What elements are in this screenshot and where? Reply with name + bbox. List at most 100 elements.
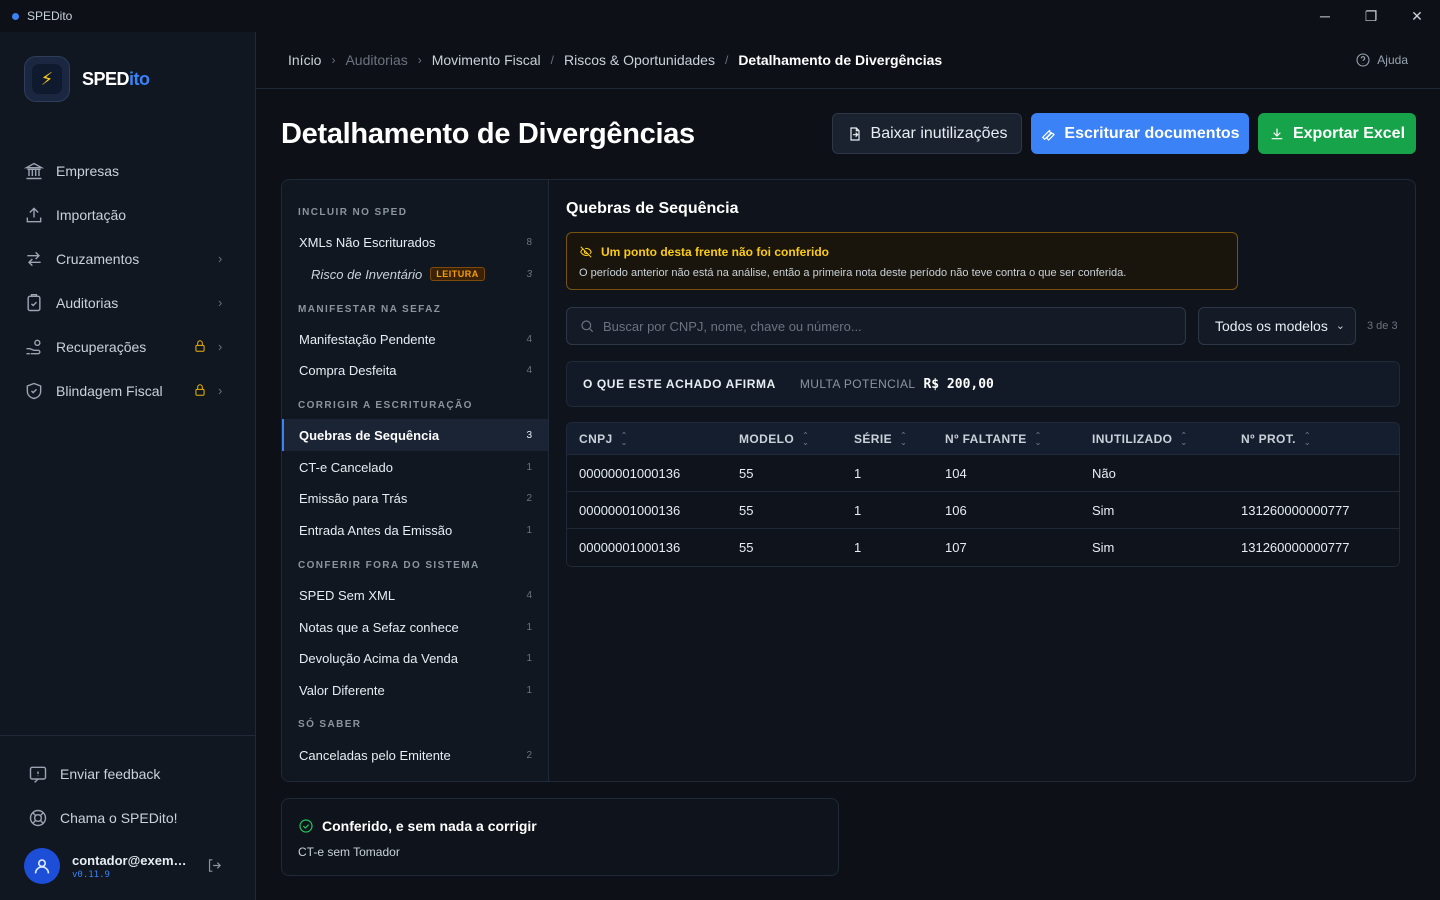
book-documents-button[interactable]: Escriturar documentos xyxy=(1031,113,1249,154)
table-header: CNPJ ⌃ ⌄ MODELO ⌃ ⌄ SÉRIE ⌃ ⌄ Nº FALTANTE ⌃ ⌄ IN… xyxy=(567,423,1399,455)
sort-icon: ⌃ ⌄ xyxy=(900,430,908,447)
breadcrumb-current: Detalhamento de Divergências xyxy=(738,52,943,68)
bank-icon xyxy=(24,162,44,180)
count-badge: 2 xyxy=(526,492,532,504)
count-badge: 4 xyxy=(526,364,532,376)
column-header-modelo[interactable]: MODELO ⌃ ⌄ xyxy=(739,430,810,447)
category-item[interactable]: Valor Diferente 1 xyxy=(282,674,548,706)
category-item[interactable]: Emissão para Trás 2 xyxy=(282,482,548,514)
group-heading: SÓ SABER xyxy=(298,719,362,730)
model-filter-select[interactable]: Todos os modelos ⌄ xyxy=(1198,307,1356,345)
brand[interactable]: ⚡ SPEDito xyxy=(24,56,150,102)
sidebar-item-empresas[interactable]: Empresas xyxy=(0,149,256,193)
breadcrumb-inicio[interactable]: Início xyxy=(288,52,321,68)
alert-text: O período anterior não está na análise, … xyxy=(579,267,1127,279)
fine-label: MULTA POTENCIAL xyxy=(799,377,916,391)
category-item-active[interactable]: Quebras de Sequência 3 xyxy=(282,419,548,451)
divergence-panel: INCLUIR NO SPED XMLs Não Escriturados 8 R… xyxy=(281,179,1416,782)
table-row[interactable]: 00000001000136 55 1 104 Não xyxy=(567,455,1399,492)
title-bar: SPEDito ─ ❐ ✕ xyxy=(0,0,1440,32)
category-item[interactable]: CT-e Cancelado 1 xyxy=(282,451,548,483)
search-box[interactable] xyxy=(566,307,1186,345)
column-header-inutilizado[interactable]: INUTILIZADO ⌃ ⌄ xyxy=(1092,430,1188,447)
count-badge: 8 xyxy=(526,236,532,248)
category-item[interactable]: Canceladas pelo Emitente 2 xyxy=(282,739,548,771)
main-nav: Empresas Importação Cruzamentos › Audito… xyxy=(0,149,256,413)
logout-icon[interactable] xyxy=(206,857,223,879)
lifebuoy-icon xyxy=(29,809,47,827)
help-label: Ajuda xyxy=(1377,53,1408,67)
window-title: SPEDito xyxy=(27,9,73,23)
category-item[interactable]: Compra Desfeita 4 xyxy=(282,354,548,386)
support-link[interactable]: Chama o SPEDito! xyxy=(0,796,256,840)
user-icon xyxy=(34,859,50,874)
sort-icon: ⌃ ⌄ xyxy=(802,430,810,447)
column-header-serie[interactable]: SÉRIE ⌃ ⌄ xyxy=(854,430,908,447)
brand-name: SPEDito xyxy=(82,68,150,89)
category-item[interactable]: Notas que a Sefaz conhece 1 xyxy=(282,611,548,643)
sidebar-item-recuperacoes[interactable]: Recuperações › xyxy=(0,325,256,369)
help-circle-icon xyxy=(1356,53,1370,67)
category-item[interactable]: XMLs Não Escriturados 8 xyxy=(282,226,548,258)
clipboard-check-icon xyxy=(27,293,41,312)
breadcrumb-riscos[interactable]: Riscos & Oportunidades xyxy=(564,52,715,68)
maximize-button[interactable]: ❐ xyxy=(1348,0,1394,32)
sort-icon: ⌃ ⌄ xyxy=(1180,430,1188,447)
sidebar-footer: Enviar feedback Chama o SPEDito! contado… xyxy=(0,735,256,884)
check-circle-icon xyxy=(299,819,313,833)
breadcrumb-auditorias[interactable]: Auditorias xyxy=(345,52,407,68)
count-badge: 3 xyxy=(526,268,532,280)
eye-off-icon xyxy=(580,246,592,258)
user-menu[interactable]: contador@exemplo.com v0.11.9 xyxy=(24,848,234,884)
table-row[interactable]: 00000001000136 55 1 107 Sim 131260000000… xyxy=(567,529,1399,566)
column-header-protocolo[interactable]: Nº PROT. ⌃ ⌄ xyxy=(1241,431,1311,446)
read-only-badge: LEITURA xyxy=(430,267,485,281)
download-button[interactable]: Baixar inutilizações xyxy=(832,113,1022,154)
column-header-faltante[interactable]: Nº FALTANTE ⌃ ⌄ xyxy=(945,430,1042,447)
sidebar-item-importacao[interactable]: Importação xyxy=(0,193,256,237)
count-badge: 1 xyxy=(526,524,532,536)
sidebar-item-auditorias[interactable]: Auditorias › xyxy=(0,281,256,325)
breadcrumb-separator: › xyxy=(417,53,422,67)
page-title: Detalhamento de Divergências xyxy=(281,118,695,150)
category-item[interactable]: Risco de Inventário LEITURA 3 xyxy=(282,258,548,290)
breadcrumb-movimento-fiscal[interactable]: Movimento Fiscal xyxy=(432,52,541,68)
verified-item[interactable]: CT-e sem Tomador xyxy=(298,845,400,859)
category-item[interactable]: Entrada Antes da Emissão 1 xyxy=(282,514,548,546)
arrows-swap-icon xyxy=(27,251,41,267)
avatar xyxy=(24,848,60,884)
chevron-right-icon: › xyxy=(218,251,223,266)
download-icon xyxy=(1271,128,1283,139)
count-badge: 2 xyxy=(526,749,532,761)
category-item[interactable]: SPED Sem XML 4 xyxy=(282,579,548,611)
message-icon xyxy=(29,766,47,783)
help-button[interactable]: Ajuda xyxy=(1355,52,1408,68)
search-input[interactable] xyxy=(603,318,1163,334)
verified-title: Conferido, e sem nada a corrigir xyxy=(322,818,537,834)
count-badge: 1 xyxy=(526,621,532,633)
count-badge: 1 xyxy=(526,684,532,696)
close-button[interactable]: ✕ xyxy=(1394,0,1440,32)
table-row[interactable]: 00000001000136 55 1 106 Sim 131260000000… xyxy=(567,492,1399,529)
chevron-down-icon: ⌄ xyxy=(1335,320,1345,332)
sidebar-item-blindagem[interactable]: Blindagem Fiscal › xyxy=(0,369,256,413)
sidebar-item-cruzamentos[interactable]: Cruzamentos › xyxy=(0,237,256,281)
category-item[interactable]: Devolução Acima da Venda 1 xyxy=(282,642,548,674)
feedback-link[interactable]: Enviar feedback xyxy=(0,752,256,796)
count-badge: 1 xyxy=(526,461,532,473)
breadcrumb: Início › Auditorias › Movimento Fiscal /… xyxy=(288,52,942,68)
section-title: Quebras de Sequência xyxy=(566,200,739,217)
file-export-icon xyxy=(849,126,860,141)
window-controls: ─ ❐ ✕ xyxy=(1302,0,1440,32)
shield-check-icon xyxy=(26,382,42,400)
minimize-button[interactable]: ─ xyxy=(1302,0,1348,32)
sort-icon: ⌃ ⌄ xyxy=(1034,430,1042,447)
category-item[interactable]: Manifestação Pendente 4 xyxy=(282,323,548,355)
export-excel-button[interactable]: Exportar Excel xyxy=(1258,113,1416,154)
user-email: contador@exemplo.com xyxy=(72,852,192,868)
column-header-cnpj[interactable]: CNPJ ⌃ ⌄ xyxy=(579,431,628,446)
chevron-right-icon: › xyxy=(218,339,223,354)
hand-coins-icon xyxy=(26,339,41,355)
alert-title: Um ponto desta frente não foi conferido xyxy=(601,245,830,259)
verified-card: Conferido, e sem nada a corrigir CT-e se… xyxy=(281,798,839,876)
